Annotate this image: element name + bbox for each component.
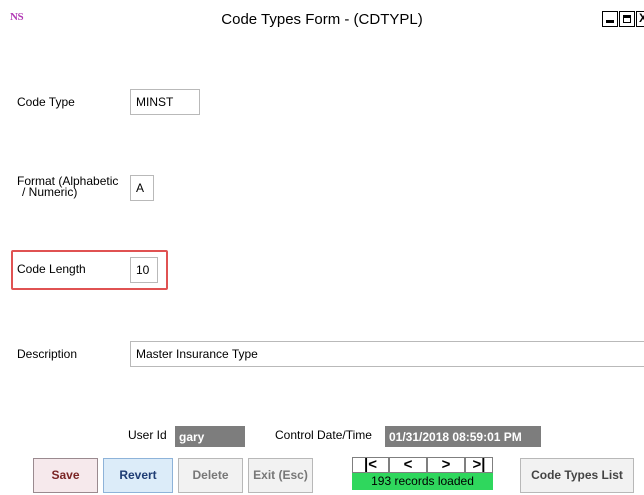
nav-prev-button[interactable]: <: [389, 457, 427, 473]
close-icon[interactable]: X: [636, 11, 644, 27]
control-datetime-label: Control Date/Time: [275, 428, 372, 442]
window-title: Code Types Form - (CDTYPL): [221, 11, 423, 28]
delete-button[interactable]: Delete: [178, 458, 243, 493]
control-datetime-field: 01/31/2018 08:59:01 PM: [385, 426, 541, 447]
format-label: Format (Alphabetic / Numeric): [17, 175, 118, 199]
title-bar: NS Code Types Form - (CDTYPL) X: [0, 0, 644, 40]
description-label: Description: [17, 347, 78, 361]
exit-button[interactable]: Exit (Esc): [248, 458, 313, 493]
code-type-label: Code Type: [17, 95, 75, 109]
minimize-icon[interactable]: [602, 11, 618, 27]
maximize-icon[interactable]: [619, 11, 635, 27]
code-length-input[interactable]: 10: [130, 257, 158, 283]
nav-next-button[interactable]: >: [427, 457, 465, 473]
format-label-line2: / Numeric): [22, 185, 78, 199]
records-status: 193 records loaded: [352, 473, 493, 490]
nav-last-button[interactable]: >|: [465, 457, 493, 473]
code-types-list-button[interactable]: Code Types List: [520, 458, 634, 493]
code-length-label: Code Length: [17, 262, 86, 276]
format-input[interactable]: A: [130, 175, 154, 201]
revert-button[interactable]: Revert: [103, 458, 173, 493]
code-type-input[interactable]: MINST: [130, 89, 200, 115]
user-id-label: User Id: [128, 428, 167, 442]
description-input[interactable]: Master Insurance Type: [130, 341, 644, 367]
save-button[interactable]: Save: [33, 458, 98, 493]
nav-first-button[interactable]: |<: [352, 457, 389, 473]
user-id-field: gary: [175, 426, 245, 447]
